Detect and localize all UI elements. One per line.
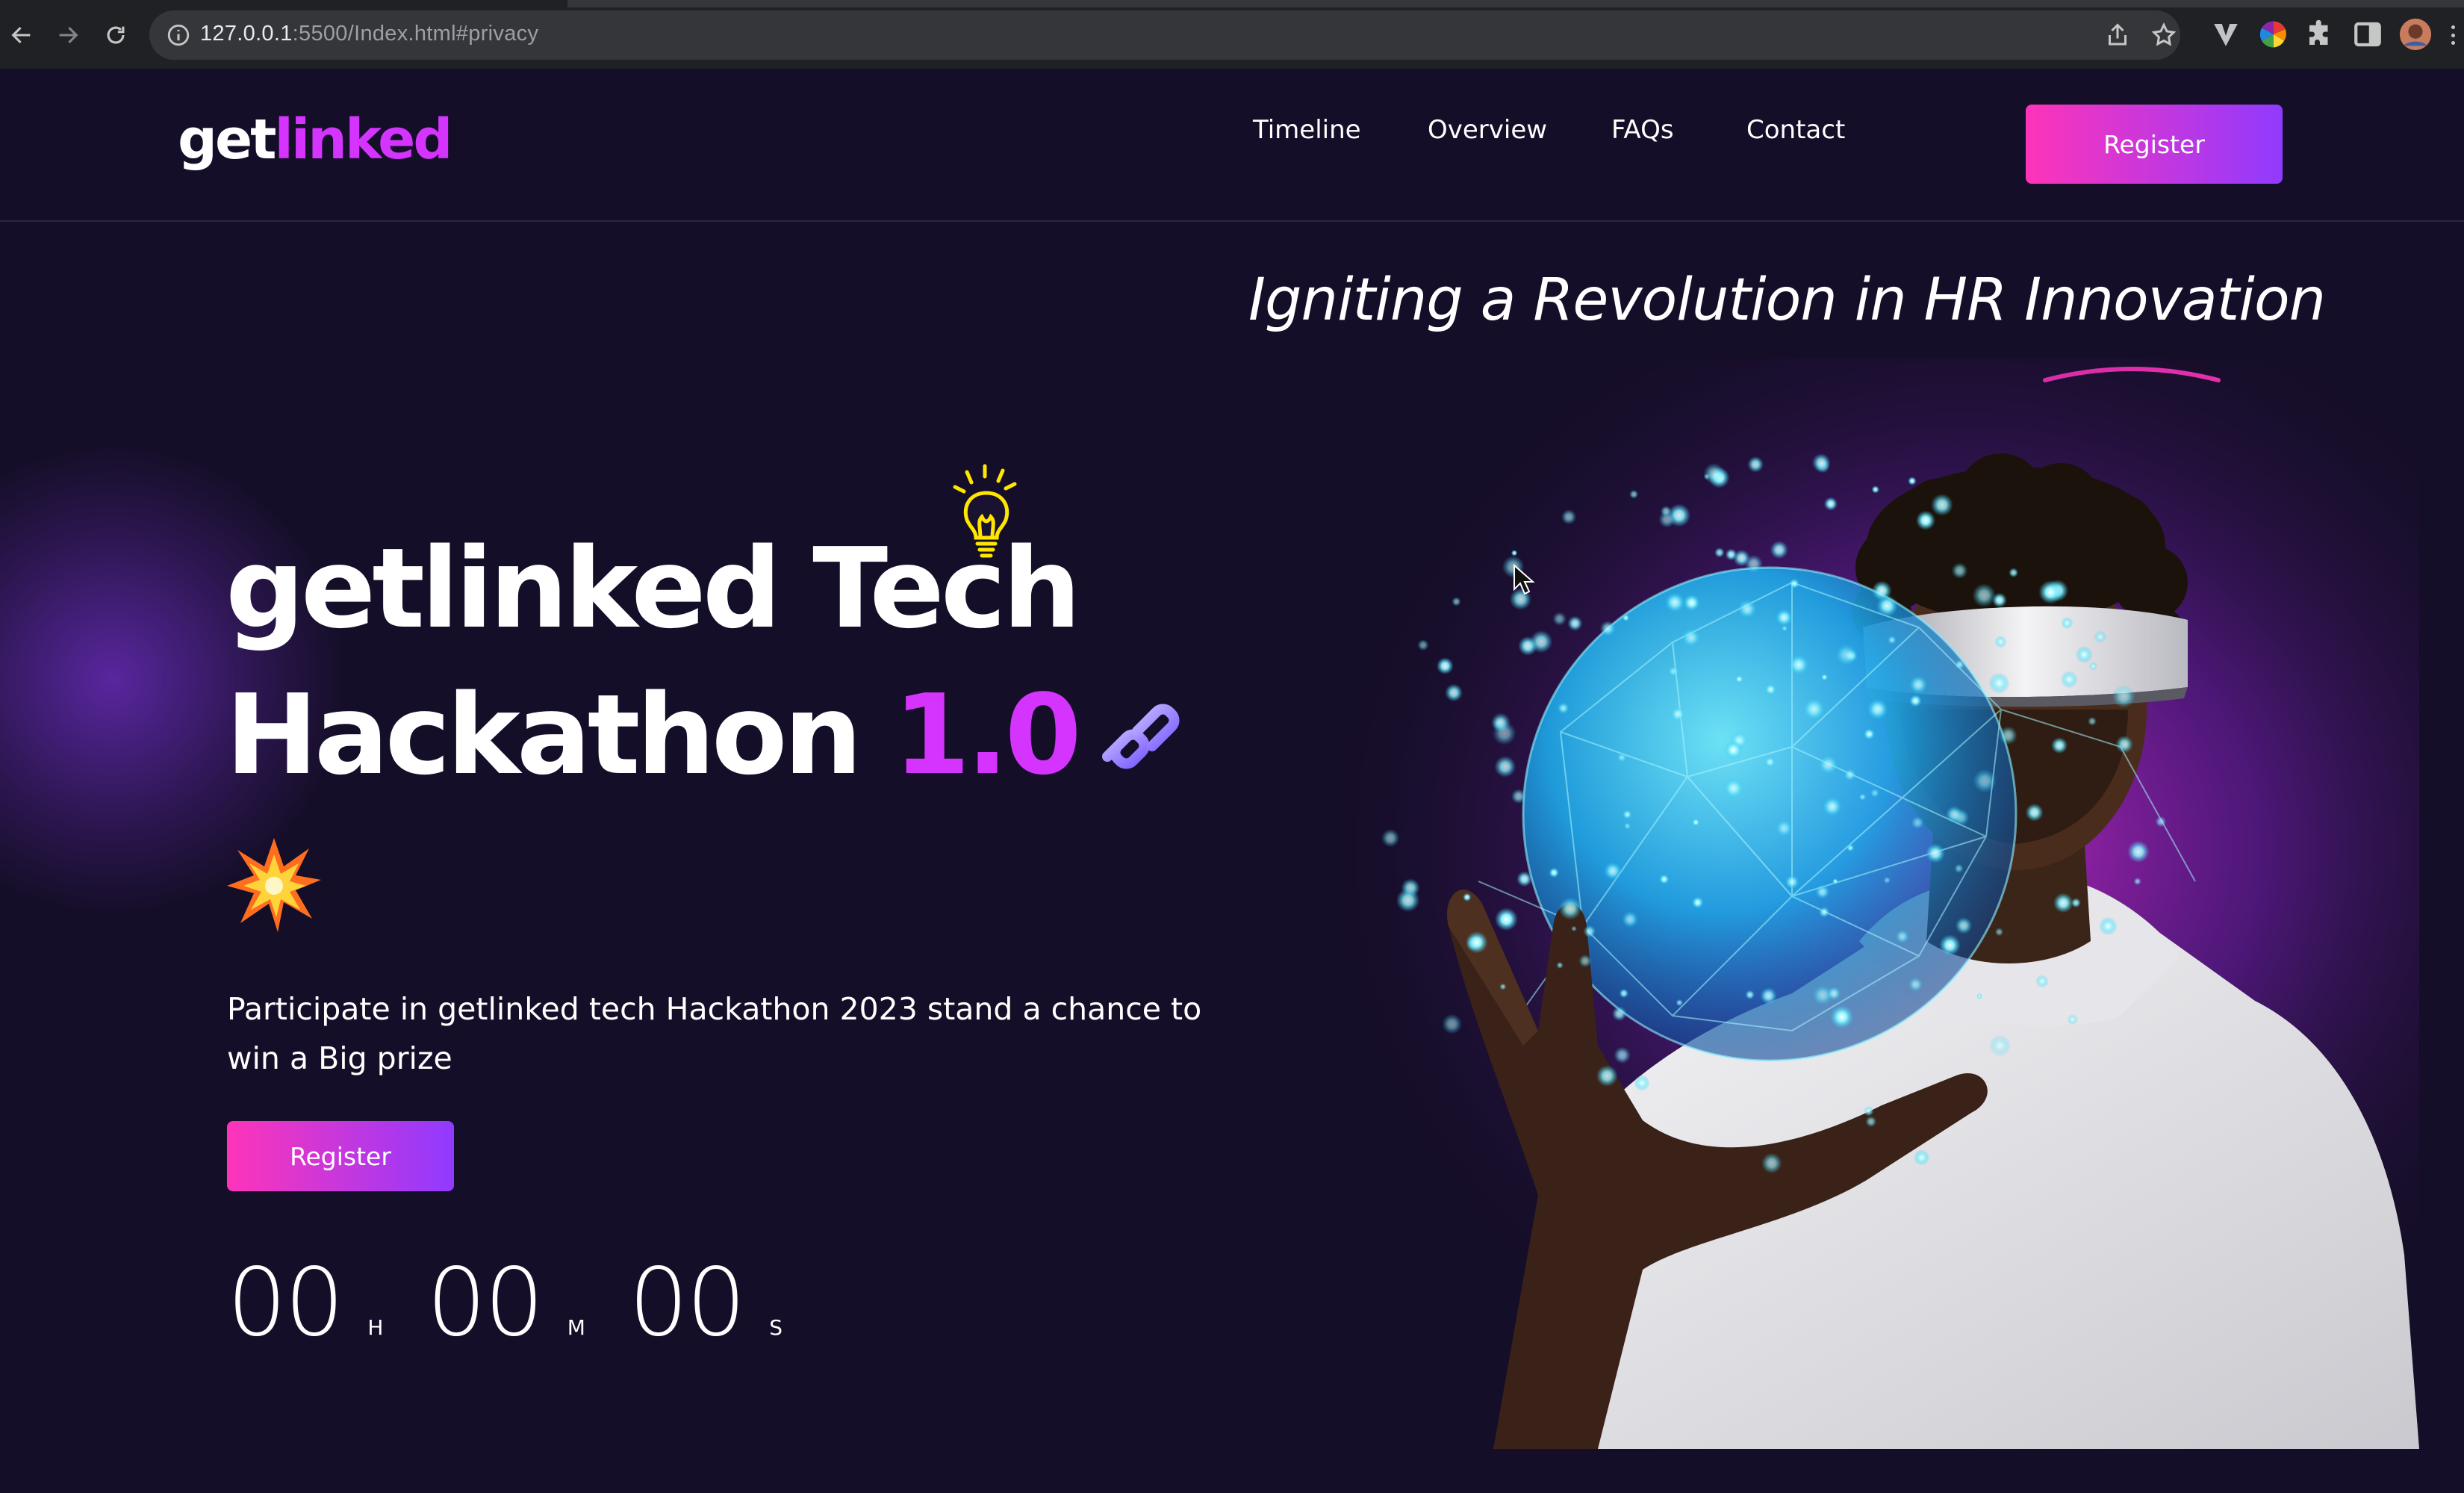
tab-strip	[0, 0, 2464, 7]
active-tab[interactable]	[0, 0, 567, 7]
nav-register-button[interactable]: Register	[2026, 105, 2283, 184]
explosion-icon	[227, 838, 321, 932]
countdown-minutes-unit: M	[567, 1315, 585, 1340]
star-icon[interactable]	[2150, 22, 2177, 49]
info-icon[interactable]	[166, 22, 191, 48]
hero-register-button[interactable]: Register	[227, 1121, 454, 1191]
url-path: :5500/Index.html#privacy	[292, 22, 539, 46]
nav-link-timeline[interactable]: Timeline	[1253, 115, 1361, 145]
lightbulb-icon	[953, 464, 1017, 558]
forward-icon	[59, 26, 78, 44]
reload-icon	[107, 26, 125, 44]
forward-button[interactable]	[49, 16, 87, 54]
color-wheel-icon[interactable]	[2258, 19, 2289, 50]
mouse-cursor	[1513, 564, 1535, 595]
nav-link-overview[interactable]: Overview	[1428, 115, 1547, 145]
countdown-seconds: 00	[628, 1247, 746, 1357]
profile-avatar[interactable]	[2398, 17, 2433, 52]
address-bar[interactable]: 127.0.0.1:5500/Index.html#privacy	[149, 10, 2180, 60]
countdown-timer: 00 H 00 M 00 S	[227, 1247, 826, 1359]
countdown-minutes: 00	[426, 1247, 544, 1357]
hero-description: Participate in getlinked tech Hackathon …	[227, 991, 1202, 1076]
hero-title-word: Hackathon	[225, 671, 862, 799]
extension-v-icon[interactable]	[2210, 19, 2241, 50]
url-host: 127.0.0.1	[200, 22, 293, 46]
hero-title-line2: Hackathon 1.0	[225, 662, 1082, 808]
nav-link-faqs[interactable]: FAQs	[1611, 115, 1674, 145]
site-navbar: getlinked Timeline Overview FAQs Contact…	[0, 69, 2464, 222]
hero-vr-illustration	[1225, 358, 2419, 1449]
logo-part2: linked	[274, 108, 453, 172]
chain-link-icon	[1102, 704, 1180, 769]
countdown-hours: 00	[227, 1247, 344, 1357]
countdown-hours-unit: H	[367, 1315, 384, 1340]
reload-button[interactable]	[97, 16, 134, 54]
back-button[interactable]	[3, 16, 40, 54]
countdown-seconds-unit: S	[769, 1315, 783, 1340]
logo[interactable]: getlinked	[178, 108, 453, 172]
nav-link-contact[interactable]: Contact	[1746, 115, 1845, 145]
side-panel-icon[interactable]	[2352, 19, 2383, 50]
url-text[interactable]: 127.0.0.1:5500/Index.html#privacy	[200, 22, 538, 46]
browser-toolbar: 127.0.0.1:5500/Index.html#privacy	[0, 0, 2464, 69]
kebab-menu-icon[interactable]	[2451, 25, 2456, 45]
logo-part1: get	[178, 108, 277, 172]
hero-title-version: 1.0	[893, 671, 1081, 799]
hero-tagline: Igniting a Revolution in HR Innovation	[1248, 267, 2326, 334]
share-icon[interactable]	[2104, 22, 2131, 49]
back-icon	[11, 26, 31, 44]
puzzle-icon[interactable]	[2304, 19, 2336, 50]
